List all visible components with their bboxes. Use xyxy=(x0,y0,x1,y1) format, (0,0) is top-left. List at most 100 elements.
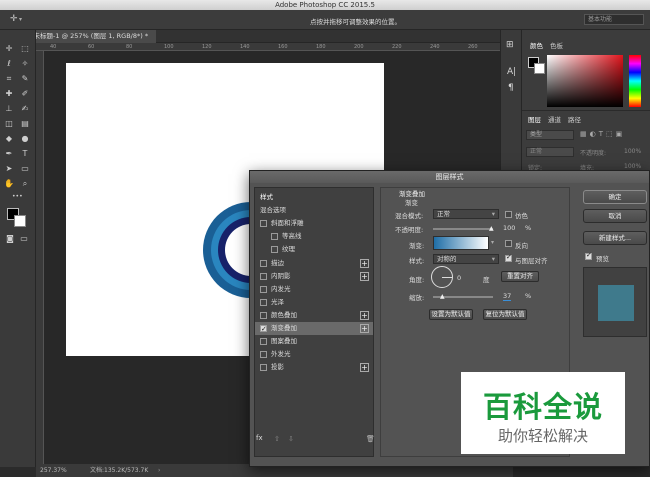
opacity-value[interactable]: 100 xyxy=(503,224,515,232)
gradient-tool-icon[interactable]: ▤ xyxy=(20,119,30,128)
move-up-icon[interactable]: ⇧ xyxy=(274,435,280,443)
style-checkbox[interactable] xyxy=(260,311,267,319)
crop-tool-icon[interactable]: ⌗ xyxy=(4,74,14,83)
tab-swatches[interactable]: 色板 xyxy=(550,40,563,50)
set-default-button[interactable]: 设置为默认值 xyxy=(429,309,473,320)
tab-paths[interactable]: 路径 xyxy=(568,114,581,124)
fx-icon[interactable]: fx xyxy=(256,434,263,442)
opacity-slider-thumb[interactable]: ▲ xyxy=(489,225,494,232)
style-item[interactable]: 光泽 xyxy=(255,296,373,309)
hue-slider[interactable] xyxy=(629,55,641,107)
marquee-tool-icon[interactable]: ⬚ xyxy=(20,44,30,53)
dither-checkbox[interactable] xyxy=(505,211,512,218)
reverse-checkbox[interactable] xyxy=(505,240,512,247)
move-tool-icon[interactable]: ✛ xyxy=(10,14,18,24)
eyedropper-icon[interactable]: ✎ xyxy=(20,74,30,83)
style-checkbox[interactable] xyxy=(260,285,267,293)
style-item[interactable]: 图案叠加 xyxy=(255,335,373,348)
add-effect-icon[interactable]: + xyxy=(360,258,369,268)
style-item[interactable]: 样式 xyxy=(255,191,373,204)
filter-icons[interactable]: ▦◐T⬚▣ xyxy=(580,130,625,138)
color-field[interactable] xyxy=(547,55,623,107)
zoom-level[interactable]: 257.37% xyxy=(40,464,67,477)
blend-mode-dropdown[interactable]: 正常 ▾ xyxy=(433,209,499,219)
history-icon[interactable]: ⊞ xyxy=(506,40,514,50)
move-tool-icon[interactable]: ✛ xyxy=(4,44,14,53)
blend-mode-select[interactable]: 正常 xyxy=(526,147,574,157)
document-size[interactable]: 文档:135.2K/573.7K xyxy=(90,464,148,477)
fill-value[interactable]: 100% xyxy=(624,163,641,170)
character-icon[interactable]: A| xyxy=(507,67,516,77)
angle-dial[interactable] xyxy=(431,266,453,288)
style-checkbox[interactable] xyxy=(260,259,267,267)
style-checkbox[interactable] xyxy=(260,338,267,346)
add-effect-icon[interactable]: + xyxy=(360,324,369,333)
add-effect-icon[interactable]: + xyxy=(360,271,369,281)
style-item[interactable]: 斜面和浮雕 xyxy=(255,217,373,230)
style-item[interactable]: 渐变叠加 + xyxy=(255,322,373,336)
angle-value[interactable]: 0 xyxy=(457,274,461,282)
history-brush-icon[interactable]: ✍ xyxy=(20,104,30,113)
type-tool-icon[interactable]: T xyxy=(20,149,30,158)
cancel-button[interactable]: 取消 xyxy=(583,209,647,223)
magic-wand-icon[interactable]: ✧ xyxy=(20,59,30,68)
style-checkbox[interactable] xyxy=(271,233,278,241)
add-effect-icon[interactable]: + xyxy=(360,363,369,373)
scale-slider-thumb[interactable]: ▲ xyxy=(440,293,445,300)
chevron-down-icon[interactable]: ▾ xyxy=(19,16,22,23)
trash-icon[interactable]: 🗑 xyxy=(366,435,375,443)
style-item[interactable]: 等高线 xyxy=(255,230,373,243)
style-checkbox[interactable] xyxy=(271,246,278,254)
style-item[interactable]: 外发光 xyxy=(255,348,373,361)
gradient-swatch[interactable] xyxy=(433,236,489,250)
align-with-layer-checkbox[interactable] xyxy=(505,253,512,262)
new-style-button[interactable]: 新建样式... xyxy=(583,231,647,245)
shape-tool-icon[interactable]: ▭ xyxy=(20,164,30,173)
background-swatch[interactable] xyxy=(534,63,545,74)
zoom-tool-icon[interactable]: ⌕ xyxy=(20,179,30,188)
lasso-tool-icon[interactable]: ℓ xyxy=(4,59,14,68)
style-checkbox[interactable] xyxy=(260,220,267,228)
add-effect-icon[interactable]: + xyxy=(360,310,369,320)
eraser-icon[interactable]: ◫ xyxy=(4,119,14,128)
paragraph-icon[interactable]: ¶ xyxy=(508,83,514,93)
brush-tool-icon[interactable]: ✐ xyxy=(20,89,30,98)
healing-brush-icon[interactable]: ✚ xyxy=(4,89,14,98)
tab-channels[interactable]: 通道 xyxy=(548,114,561,124)
style-checkbox[interactable] xyxy=(260,323,267,336)
pen-tool-icon[interactable]: ✒ xyxy=(4,149,14,158)
blur-tool-icon[interactable]: ◆ xyxy=(4,134,14,143)
ok-button[interactable]: 确定 xyxy=(583,190,647,204)
style-item[interactable]: 内发光 xyxy=(255,283,373,296)
style-checkbox[interactable] xyxy=(260,272,267,280)
style-checkbox[interactable] xyxy=(260,351,267,359)
move-down-icon[interactable]: ⇩ xyxy=(288,435,294,443)
dodge-tool-icon[interactable]: ● xyxy=(20,134,30,143)
style-item[interactable]: 颜色叠加 + xyxy=(255,309,373,322)
style-item[interactable]: 内阴影 + xyxy=(255,270,373,283)
more-tools-icon[interactable]: ••• xyxy=(12,192,23,201)
layer-kind-filter[interactable]: 类型 xyxy=(526,130,574,140)
screen-mode-icon[interactable]: ▭ xyxy=(19,234,29,243)
workspace-select[interactable]: 基本功能 xyxy=(584,14,644,25)
style-item[interactable]: 纹理 xyxy=(255,243,373,256)
quick-mask-icon[interactable]: ◙ xyxy=(5,234,15,243)
document-tab[interactable]: ✕ 未标题-1 @ 257% (图层 1, RGB/8*) * xyxy=(18,30,157,43)
path-select-icon[interactable]: ➤ xyxy=(4,164,14,173)
opacity-slider[interactable] xyxy=(433,228,493,230)
tab-layers[interactable]: 图层 xyxy=(528,114,541,124)
reset-alignment-button[interactable]: 重置对齐 xyxy=(501,271,539,282)
scale-value[interactable]: 37 xyxy=(503,292,512,301)
style-item[interactable]: 描边 + xyxy=(255,257,373,270)
hand-tool-icon[interactable]: ✋ xyxy=(4,179,14,188)
opacity-value[interactable]: 100% xyxy=(624,148,641,155)
style-checkbox[interactable] xyxy=(260,298,267,306)
tab-color[interactable]: 颜色 xyxy=(530,40,543,50)
style-item[interactable]: 混合选项 xyxy=(255,204,373,217)
preview-checkbox[interactable] xyxy=(585,251,592,260)
background-color-swatch[interactable] xyxy=(14,215,26,227)
clone-stamp-icon[interactable]: ⊥ xyxy=(4,104,14,113)
status-arrow-icon[interactable]: › xyxy=(158,464,160,477)
style-item[interactable]: 投影 + xyxy=(255,361,373,374)
reset-default-button[interactable]: 复位为默认值 xyxy=(483,309,527,320)
